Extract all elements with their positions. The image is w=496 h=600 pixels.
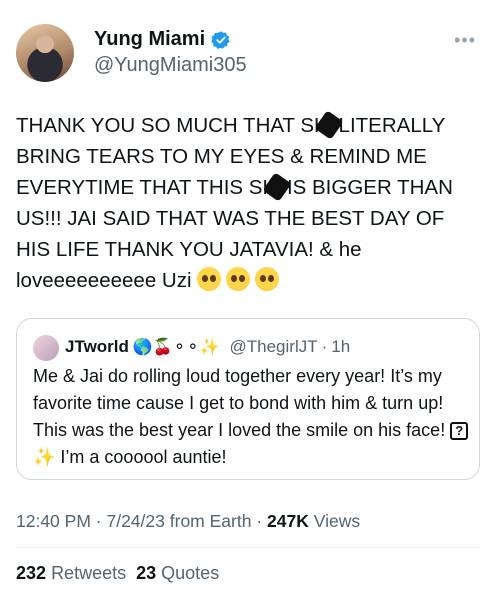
quoted-text-part-a: Me & Jai do rolling loud together every … bbox=[33, 366, 451, 440]
more-options-icon[interactable]: ••• bbox=[454, 30, 476, 51]
meta-separator: · bbox=[256, 511, 263, 531]
tweet-header: Yung Miami @YungMiami305 ••• bbox=[16, 24, 480, 84]
pleading-face-icon bbox=[254, 267, 279, 291]
unknown-glyph-icon: ? bbox=[450, 422, 469, 440]
quoted-author-avatar bbox=[33, 335, 59, 361]
verified-badge-icon bbox=[211, 30, 230, 49]
quoted-author-name: JTworld bbox=[65, 337, 129, 356]
quoted-name-emojis: 🌎🍒⚬⚬✨ bbox=[132, 339, 220, 356]
quotes-stat[interactable]: 23 Quotes bbox=[136, 563, 219, 584]
engagement-stats: 232 Retweets 23 Quotes bbox=[16, 563, 219, 584]
author-avatar[interactable] bbox=[16, 24, 74, 82]
views-label: Views bbox=[313, 511, 361, 531]
tweet-source: from Earth bbox=[169, 511, 252, 531]
quoted-text-part-b: ✨ I’m a coooool auntie! bbox=[33, 447, 227, 467]
tweet-line-5: HIS LIFE THANK YOU JATAVIA! & he bbox=[16, 238, 362, 261]
quoted-separator: · bbox=[321, 337, 328, 356]
divider bbox=[16, 547, 480, 548]
tweet-line-1a: THANK YOU SO MUCH THAT SH bbox=[16, 114, 329, 137]
retweets-count: 232 bbox=[16, 563, 47, 583]
views-count: 247K bbox=[267, 511, 309, 531]
tweet-text: THANK YOU SO MUCH THAT SH LITERALLY BRIN… bbox=[16, 110, 484, 296]
author-display-name[interactable]: Yung Miami bbox=[94, 28, 205, 51]
quoted-time: 1h bbox=[331, 337, 351, 356]
quoted-author-handle: @ThegirlJT bbox=[229, 337, 318, 356]
quoted-tweet-text: Me & Jai do rolling loud together every … bbox=[33, 363, 473, 471]
tweet-line-2: BRING TEARS TO MY EYES & REMIND ME bbox=[16, 145, 427, 168]
author-handle[interactable]: @YungMiami305 bbox=[94, 54, 247, 77]
quoted-tweet[interactable]: JTworld 🌎🍒⚬⚬✨ @ThegirlJT · 1h Me & Jai d… bbox=[16, 318, 480, 480]
retweets-stat[interactable]: 232 Retweets bbox=[16, 563, 126, 584]
author-name-row: Yung Miami bbox=[94, 28, 231, 51]
tweet-time[interactable]: 12:40 PM bbox=[16, 511, 91, 531]
tweet-line-3b: IS BIGGER THAN bbox=[281, 176, 453, 199]
quotes-count: 23 bbox=[136, 563, 157, 583]
tweet-line-1b: LITERALLY bbox=[332, 114, 446, 137]
retweets-label: Retweets bbox=[51, 563, 127, 583]
pleading-face-icon bbox=[225, 267, 250, 291]
tweet-date[interactable]: 7/24/23 bbox=[106, 511, 164, 531]
tweet-line-6: loveeeeeeeeee Uzi bbox=[16, 269, 192, 292]
quoted-tweet-header: JTworld 🌎🍒⚬⚬✨ @ThegirlJT · 1h bbox=[65, 337, 350, 357]
tweet-metadata: 12:40 PM · 7/24/23 from Earth · 247K Vie… bbox=[16, 511, 360, 532]
tweet-line-3a: EVERYTIME THAT THIS SH bbox=[16, 176, 278, 199]
quotes-label: Quotes bbox=[161, 563, 220, 583]
meta-separator: · bbox=[95, 511, 102, 531]
tweet-line-4: US!!! JAI SAID THAT WAS THE BEST DAY OF bbox=[16, 207, 445, 230]
pleading-face-icon bbox=[196, 267, 221, 291]
